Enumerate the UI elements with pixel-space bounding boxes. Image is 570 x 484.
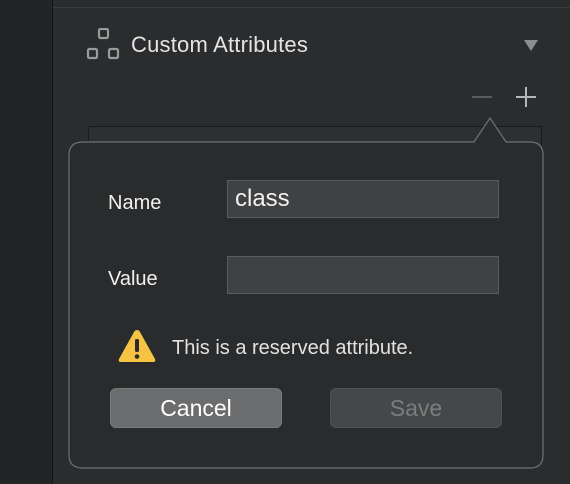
remove-attribute-button[interactable]	[469, 84, 495, 110]
left-sidebar-edge	[0, 0, 53, 484]
divider	[53, 7, 570, 8]
warning-icon	[117, 328, 157, 364]
minus-icon	[472, 96, 492, 98]
section-title: Custom Attributes	[131, 32, 309, 57]
plus-icon	[516, 87, 536, 107]
popover-content: Name Value This is a reserved attribute.…	[69, 142, 543, 468]
save-button[interactable]: Save	[330, 388, 502, 428]
custom-attributes-header[interactable]: Custom Attributes	[83, 26, 543, 66]
warning-message: This is a reserved attribute.	[117, 328, 517, 368]
name-label: Name	[108, 192, 162, 214]
add-attribute-button[interactable]	[513, 84, 539, 110]
attributes-icon	[85, 27, 121, 62]
cancel-button[interactable]: Cancel	[110, 388, 282, 428]
value-label: Value	[108, 268, 158, 290]
warning-text: This is a reserved attribute.	[172, 337, 414, 359]
chevron-down-icon[interactable]	[523, 38, 539, 52]
name-field[interactable]	[227, 180, 499, 218]
value-field[interactable]	[227, 256, 499, 294]
